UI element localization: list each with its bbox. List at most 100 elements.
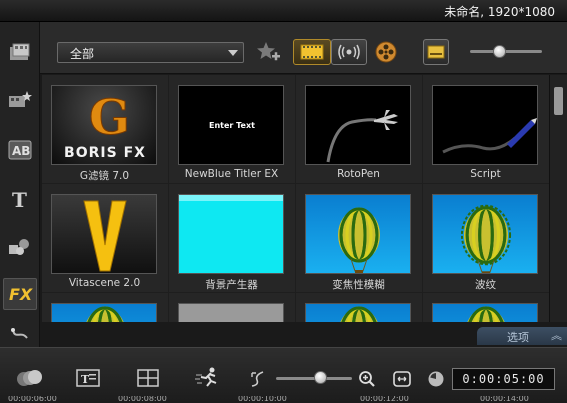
svg-text:FX: FX xyxy=(9,285,33,304)
library-item-label: 变焦性模糊 xyxy=(332,279,385,291)
library-item[interactable]: G BORIS FX G滤镜 7.0 xyxy=(42,75,169,184)
library-item-thumbnail[interactable] xyxy=(432,85,538,165)
svg-text:G: G xyxy=(89,90,130,146)
sidebar-item-path[interactable] xyxy=(3,324,37,346)
library-item-label: Script xyxy=(470,168,501,180)
svg-text:T: T xyxy=(12,188,27,210)
library-item-label: 背景产生器 xyxy=(205,279,258,291)
sidebar-item-instant-project[interactable] xyxy=(3,84,37,116)
library-item-label: G滤镜 7.0 xyxy=(79,170,130,182)
library-item[interactable]: 波纹 xyxy=(423,184,549,293)
show-video-filters-button[interactable] xyxy=(293,39,331,65)
window-title: 未命名, 1920*1080 xyxy=(444,5,555,19)
track-manager-button[interactable] xyxy=(14,367,44,389)
library-toolbar: 全部 xyxy=(40,22,567,74)
ruler-tick-label: 00:00:06:00 xyxy=(8,396,57,403)
project-duration-icon xyxy=(425,368,447,390)
library-item-thumbnail[interactable]: G BORIS FX xyxy=(51,85,157,165)
library-item-thumbnail[interactable] xyxy=(51,303,157,322)
motion-tracking-button[interactable] xyxy=(193,366,223,388)
ruler-tick-label: 00:00:08:00 xyxy=(118,396,167,403)
film-icon xyxy=(10,43,30,60)
grid-layout-icon xyxy=(137,369,159,387)
sidebar-item-filter[interactable]: FX xyxy=(3,278,37,310)
library-item[interactable] xyxy=(169,293,296,322)
audio-waves-icon xyxy=(338,44,360,60)
library-item-label: Vitascene 2.0 xyxy=(68,277,141,289)
library-item-thumbnail[interactable] xyxy=(51,194,157,274)
thumb-text: BORIS FX xyxy=(64,145,146,161)
library-scrollbar-thumb[interactable] xyxy=(554,87,563,115)
thumbnail-view-icon xyxy=(427,45,445,59)
sidebar-item-graphic[interactable] xyxy=(3,230,37,262)
chevron-down-icon xyxy=(228,50,238,56)
thumb-text: Enter Text xyxy=(209,121,255,130)
library-item[interactable]: Script xyxy=(423,75,549,184)
title-t-icon: T xyxy=(12,188,27,210)
library-item-thumbnail[interactable] xyxy=(432,194,538,274)
film-star-icon xyxy=(9,91,32,107)
library-item-thumbnail[interactable] xyxy=(178,303,284,322)
library-item-label: NewBlue Titler EX xyxy=(184,168,279,180)
library-item[interactable]: Vitascene 2.0 xyxy=(42,184,169,293)
add-to-favorites-button[interactable] xyxy=(254,39,282,65)
timecode-display[interactable]: 0:00:05:00 xyxy=(452,368,555,390)
library-sidebar: AB T FX xyxy=(0,22,40,347)
library-item-thumbnail[interactable] xyxy=(305,303,411,322)
get-more-content-button[interactable] xyxy=(373,39,399,65)
multi-view-button[interactable] xyxy=(134,367,162,389)
show-audio-filters-button[interactable] xyxy=(331,39,367,65)
graphic-shapes-icon xyxy=(9,239,29,255)
library-item[interactable]: RotoPen xyxy=(296,75,423,184)
motion-path-icon xyxy=(11,328,28,339)
options-label: 选项 xyxy=(507,331,529,344)
library-scrollbar[interactable] xyxy=(549,75,567,322)
library-item-thumbnail[interactable] xyxy=(432,303,538,322)
library-item-thumbnail[interactable]: Enter Text xyxy=(178,85,284,165)
library-item-label: RotoPen xyxy=(337,168,380,180)
double-chevron-up-icon: ︽ xyxy=(551,329,562,342)
library-item[interactable] xyxy=(423,293,549,322)
title-box-icon: T xyxy=(76,369,100,387)
zoom-in-icon xyxy=(359,371,375,387)
library-item-label: 波纹 xyxy=(475,279,496,291)
svg-text:T: T xyxy=(81,373,90,386)
svg-text:AB: AB xyxy=(12,144,30,158)
sidebar-item-media[interactable] xyxy=(3,36,37,68)
running-man-icon xyxy=(195,367,217,387)
filter-library-grid: G BORIS FX G滤镜 7.0 Enter Text NewBlue Title… xyxy=(42,75,549,322)
thumbnail-size-slider-track[interactable] xyxy=(470,50,542,53)
library-item-thumbnail[interactable] xyxy=(305,85,411,165)
category-dropdown[interactable]: 全部 xyxy=(57,42,244,63)
overlapping-circles-icon xyxy=(17,370,42,386)
star-plus-icon xyxy=(257,42,280,61)
sidebar-item-transition[interactable]: AB xyxy=(3,134,37,166)
fit-curve-icon xyxy=(251,371,264,387)
thumbnail-size-slider-knob[interactable] xyxy=(493,45,506,58)
ruler-tick-label: 00:00:10:00 xyxy=(238,396,287,403)
timeline-ruler: 00:00:06:00 00:00:08:00 00:00:10:00 00:00:1… xyxy=(0,396,567,403)
ruler-tick-label: 00:00:14:00 xyxy=(480,396,529,403)
fit-project-button[interactable] xyxy=(391,368,413,390)
ruler-tick-label: 00:00:12:00 xyxy=(360,396,409,403)
library-item[interactable]: 变焦性模糊 xyxy=(296,184,423,293)
library-item-thumbnail[interactable] xyxy=(305,194,411,274)
timeline-zoom-slider-knob[interactable] xyxy=(314,371,327,384)
sidebar-item-title[interactable]: T xyxy=(3,183,37,215)
library-item[interactable] xyxy=(296,293,423,322)
library-item[interactable] xyxy=(42,293,169,322)
filmstrip-icon xyxy=(300,44,324,60)
zoom-to-fit-button[interactable] xyxy=(247,368,269,390)
options-panel-toggle[interactable]: 选项 ︽ xyxy=(477,327,567,345)
fit-window-icon xyxy=(393,371,411,387)
library-item[interactable]: 背景产生器 xyxy=(169,184,296,293)
view-mode-button[interactable] xyxy=(423,39,449,65)
zoom-in-button[interactable] xyxy=(357,368,377,390)
ab-transition-icon: AB xyxy=(8,140,32,160)
title-editor-button[interactable]: T xyxy=(74,367,102,389)
library-item-thumbnail[interactable] xyxy=(178,194,284,274)
category-dropdown-value: 全部 xyxy=(70,47,95,61)
title-bar: 未命名, 1920*1080 xyxy=(0,0,567,22)
library-item[interactable]: Enter Text NewBlue Titler EX xyxy=(169,75,296,184)
fx-icon: FX xyxy=(9,285,33,304)
